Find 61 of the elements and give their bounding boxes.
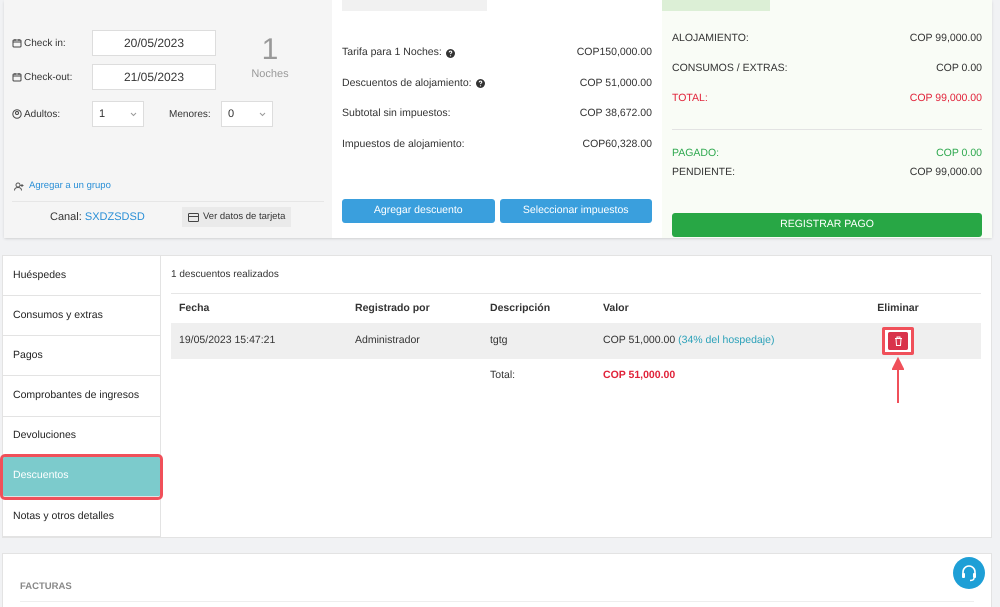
checkin-label: Check in: bbox=[24, 36, 66, 50]
total-value: COP 99,000.00 bbox=[910, 91, 982, 106]
sidebar-item[interactable]: Notas y otros detalles bbox=[3, 496, 160, 537]
total-value: COP 99,000.00 bbox=[910, 165, 982, 180]
charge-label: Tarifa para 1 Noches: bbox=[342, 45, 442, 60]
table-cell-text: 19/05/2023 15:47:21 bbox=[178, 333, 276, 348]
charge-label: Subtotal sin impuestos: bbox=[342, 106, 451, 122]
column-header: Eliminar bbox=[876, 300, 920, 316]
total-label: PENDIENTE: bbox=[672, 165, 736, 180]
minors-select[interactable]: 0 bbox=[221, 101, 273, 127]
discounts-summary: 1 descuentos realizados bbox=[171, 268, 280, 282]
charge-value: COP 38,672.00 bbox=[580, 106, 652, 122]
chevron-icon bbox=[130, 112, 137, 116]
total-value: COP 0.00 bbox=[936, 146, 982, 161]
column-header: Fecha bbox=[178, 300, 210, 316]
checkin-field[interactable]: 20/05/2023 bbox=[92, 30, 216, 56]
minors-label: Menores: bbox=[169, 108, 212, 122]
help-icon bbox=[446, 48, 455, 58]
checkout-label: Check-out: bbox=[24, 70, 72, 84]
charge-label: Impuestos de alojamiento: bbox=[342, 136, 465, 152]
total-label: Total: bbox=[490, 368, 516, 384]
sidebar-item[interactable]: Comprobantes de ingresos bbox=[3, 376, 160, 417]
table-cell-text: Administrador bbox=[355, 333, 421, 348]
calendar-icon bbox=[12, 72, 22, 82]
checkout-field[interactable]: 21/05/2023 bbox=[92, 64, 216, 90]
delete-button[interactable] bbox=[882, 327, 914, 355]
total-label: CONSUMOS / EXTRAS: bbox=[672, 61, 788, 76]
chevron-icon bbox=[259, 112, 266, 116]
table-cell-text: COP 51,000.00 (34% del hospedaje) bbox=[603, 333, 776, 348]
trash-icon bbox=[894, 336, 902, 346]
help-icon bbox=[476, 79, 485, 88]
column-header: Descripción bbox=[490, 300, 552, 316]
column-header: Valor bbox=[603, 300, 630, 316]
column-header: Registrado por bbox=[355, 300, 431, 316]
nights-count: 1 bbox=[262, 34, 278, 66]
sidebar-item[interactable]: Pagos bbox=[3, 336, 160, 376]
table-cell-text: tgtg bbox=[490, 333, 509, 348]
support-button[interactable] bbox=[953, 557, 985, 589]
headset-icon bbox=[960, 564, 978, 582]
calendar-icon bbox=[12, 38, 22, 48]
sidebar-item[interactable]: Consumos y extras bbox=[3, 296, 160, 336]
total-label: TOTAL: bbox=[672, 91, 708, 106]
total-value: COP 0.00 bbox=[936, 61, 982, 76]
adults-label: Adultos: bbox=[24, 108, 60, 122]
invoices-title: FACTURAS bbox=[20, 581, 72, 592]
sidebar-item[interactable]: Huéspedes bbox=[3, 256, 160, 296]
adults-select[interactable]: 1 bbox=[92, 101, 144, 127]
total-value: COP 99,000.00 bbox=[910, 31, 982, 46]
nights-label: Noches bbox=[251, 67, 289, 82]
card-icon bbox=[188, 212, 199, 222]
card-details-button[interactable]: Ver datos de tarjeta bbox=[182, 207, 292, 228]
charge-value: COP 51,000.00 bbox=[580, 76, 652, 91]
charge-value: COP150,000.00 bbox=[576, 45, 652, 60]
total-label: PAGADO: bbox=[672, 146, 720, 161]
total-label: ALOJAMIENTO: bbox=[672, 31, 749, 46]
group-icon bbox=[14, 182, 25, 191]
channel-text: Canal: SXDZSDSD bbox=[50, 210, 146, 225]
charge-value: COP60,328.00 bbox=[582, 136, 652, 152]
discount-total: COP 51,000.00 bbox=[603, 368, 676, 384]
charge-label: Descuentos de alojamiento: bbox=[342, 76, 472, 91]
arrow-icon bbox=[892, 357, 904, 403]
